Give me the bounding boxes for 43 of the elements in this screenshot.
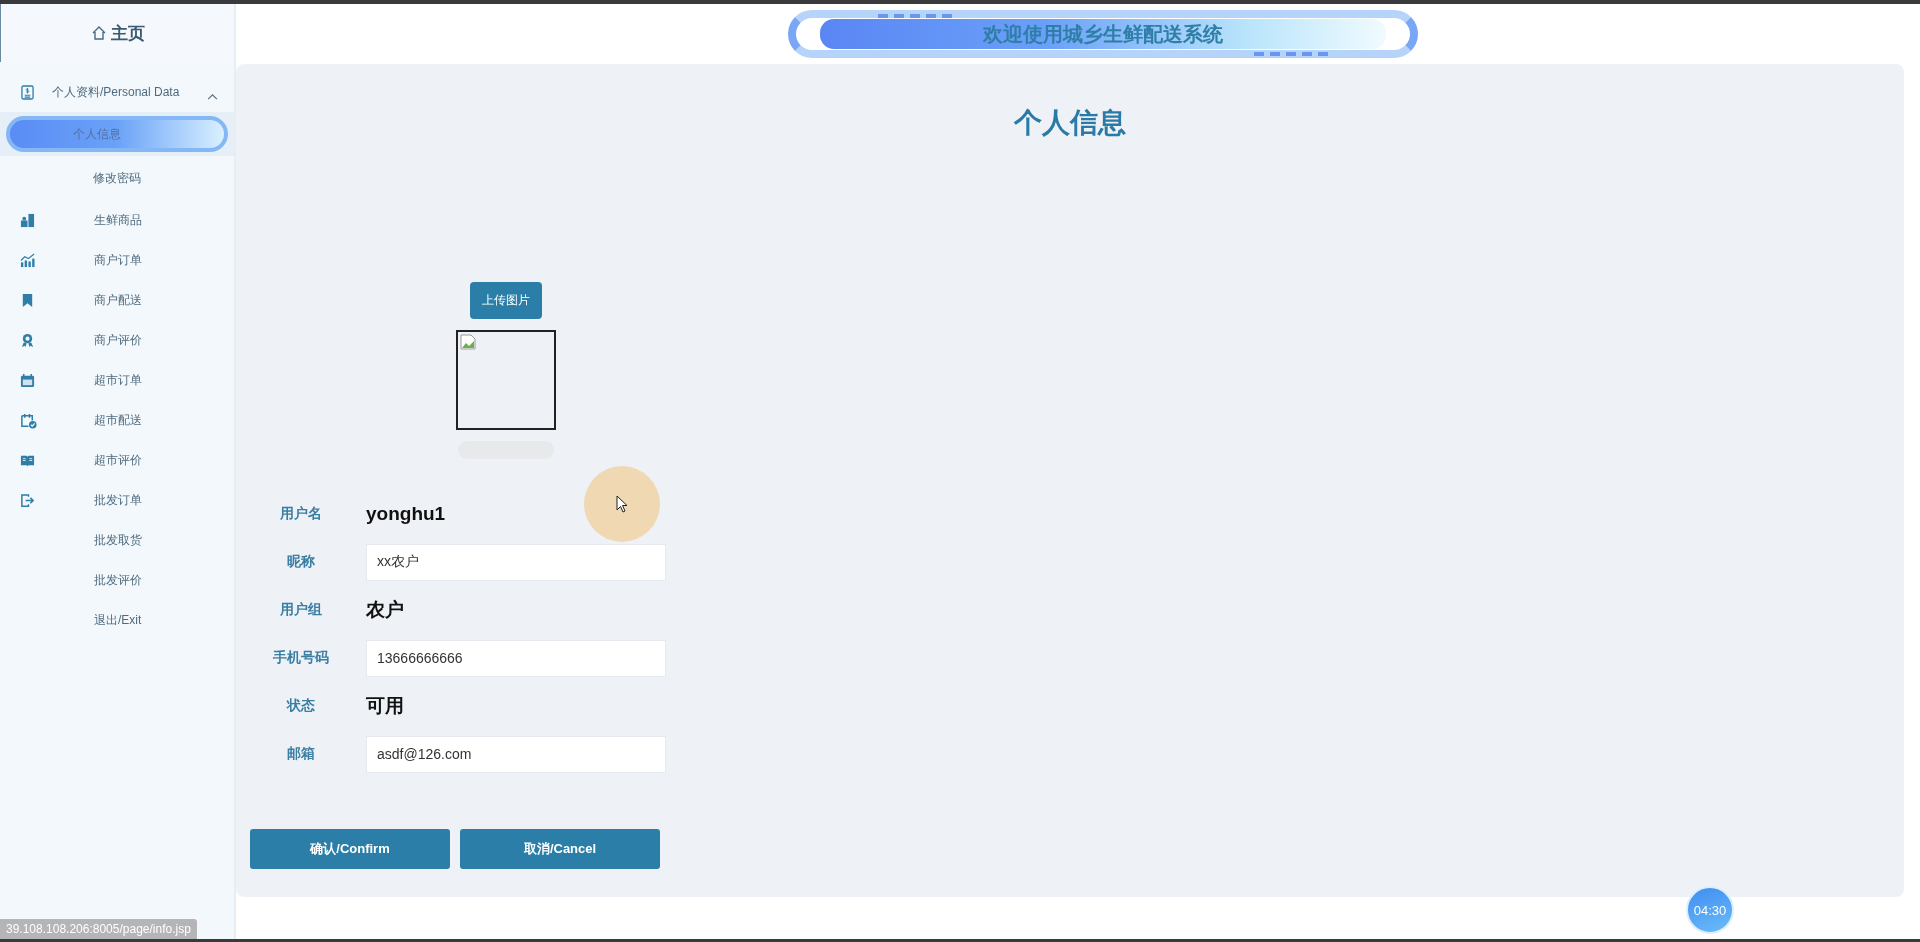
exit-icon bbox=[20, 492, 35, 508]
timer-badge: 04:30 bbox=[1686, 886, 1734, 934]
field-label: 状态 bbox=[285, 697, 316, 715]
field-label: 邮箱 bbox=[286, 745, 316, 763]
cursor-icon bbox=[616, 495, 628, 513]
calendar-check-icon bbox=[20, 411, 37, 429]
menu-item[interactable]: 批发评价 bbox=[0, 560, 234, 600]
menu-item[interactable]: 修改密码 bbox=[6, 160, 228, 196]
field-label: 手机号码 bbox=[272, 649, 330, 667]
document-icon bbox=[21, 84, 34, 100]
input-field[interactable]: asdf@126.com bbox=[366, 735, 666, 773]
menu-item[interactable]: 超市配送 bbox=[0, 400, 234, 440]
home-icon bbox=[90, 25, 107, 41]
cancel-button[interactable]: 取消/Cancel bbox=[460, 829, 660, 869]
upload-button[interactable]: 上传图片 bbox=[470, 282, 542, 319]
field-value: yonghu1 bbox=[366, 503, 446, 525]
menu-item[interactable]: 生鲜商品 bbox=[0, 200, 234, 240]
menu-group[interactable]: 个人资料/Personal Data bbox=[0, 72, 234, 112]
status-url: 39.108.108.206:8005/page/info.jsp bbox=[0, 919, 197, 939]
calendar-icon bbox=[20, 372, 35, 388]
field-value: 农户 bbox=[366, 598, 404, 622]
award-icon bbox=[20, 332, 35, 348]
menu-item[interactable]: 商户评价 bbox=[0, 320, 234, 360]
menu-item[interactable]: 批发取货 bbox=[0, 520, 234, 560]
chevron-icon bbox=[207, 92, 218, 100]
menu-item[interactable]: 商户配送 bbox=[0, 280, 234, 320]
bookmark-icon bbox=[20, 292, 35, 308]
page-title: 个人信息 bbox=[1012, 106, 1127, 140]
confirm-button[interactable]: 确认/Confirm bbox=[250, 829, 450, 869]
menu-item[interactable]: 商户订单 bbox=[0, 240, 234, 280]
menu-item[interactable]: 退出/Exit bbox=[0, 600, 234, 640]
input-field[interactable]: 13666666666 bbox=[366, 639, 666, 677]
chart-icon bbox=[20, 252, 35, 268]
field-label: 用户名 bbox=[279, 505, 323, 523]
menu-item[interactable]: 超市订单 bbox=[0, 360, 234, 400]
header-title: 欢迎使用城乡生鲜配送系统 bbox=[983, 21, 1223, 47]
field-value: 可用 bbox=[366, 694, 404, 718]
menu-item[interactable]: 超市评价 bbox=[0, 440, 234, 480]
field-label: 用户组 bbox=[279, 601, 323, 619]
field-label: 昵称 bbox=[286, 553, 316, 571]
input-field[interactable]: xx农户 bbox=[366, 543, 666, 581]
menu-item[interactable]: 批发订单 bbox=[0, 480, 234, 520]
broken-image-icon bbox=[460, 334, 476, 350]
